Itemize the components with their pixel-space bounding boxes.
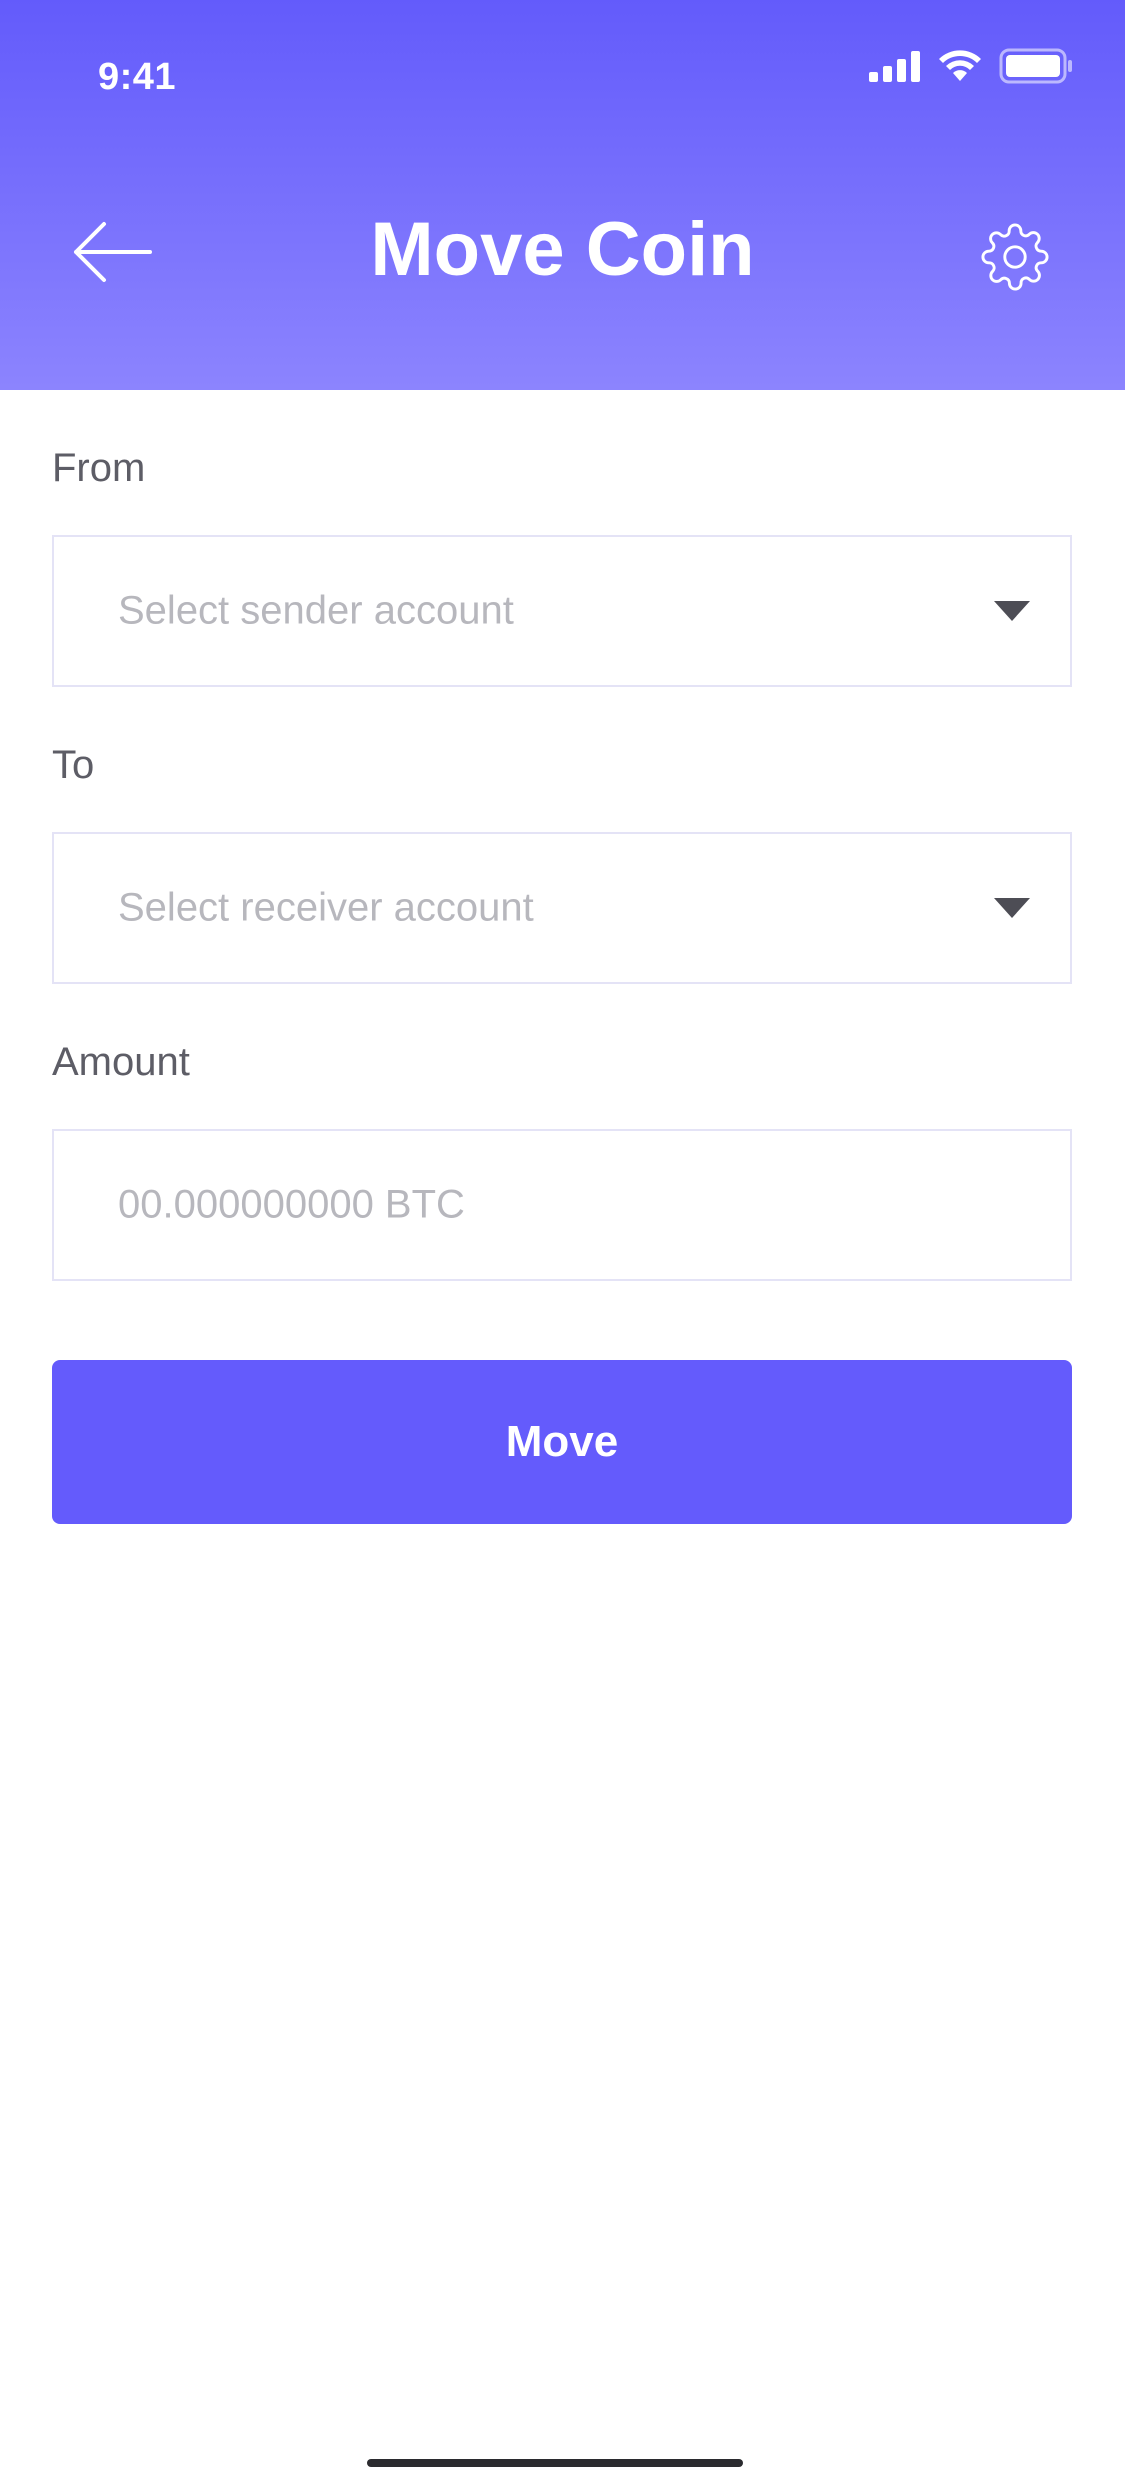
amount-label: Amount [52,1040,190,1084]
signal-icon [869,51,920,82]
receiver-account-select[interactable]: Select receiver account [52,832,1072,984]
sender-account-select[interactable]: Select sender account [52,535,1072,687]
sender-account-placeholder: Select sender account [118,588,514,633]
app-header: 9:41 Move Coin [0,0,1125,390]
home-indicator [367,2459,743,2467]
status-time: 9:41 [98,56,177,98]
amount-input[interactable]: 00.000000000 BTC [52,1129,1072,1281]
page-title: Move Coin [370,207,755,292]
settings-button[interactable] [980,222,1050,292]
chevron-down-icon [994,898,1030,918]
move-button[interactable]: Move [52,1360,1072,1524]
amount-placeholder: 00.000000000 BTC [118,1182,465,1227]
battery-icon [999,48,1072,84]
to-label: To [52,743,95,787]
gear-icon [981,223,1049,291]
wifi-icon [939,50,981,81]
from-label: From [52,446,146,490]
chevron-down-icon [994,601,1030,621]
receiver-account-placeholder: Select receiver account [118,885,534,930]
status-icons [869,48,1073,84]
